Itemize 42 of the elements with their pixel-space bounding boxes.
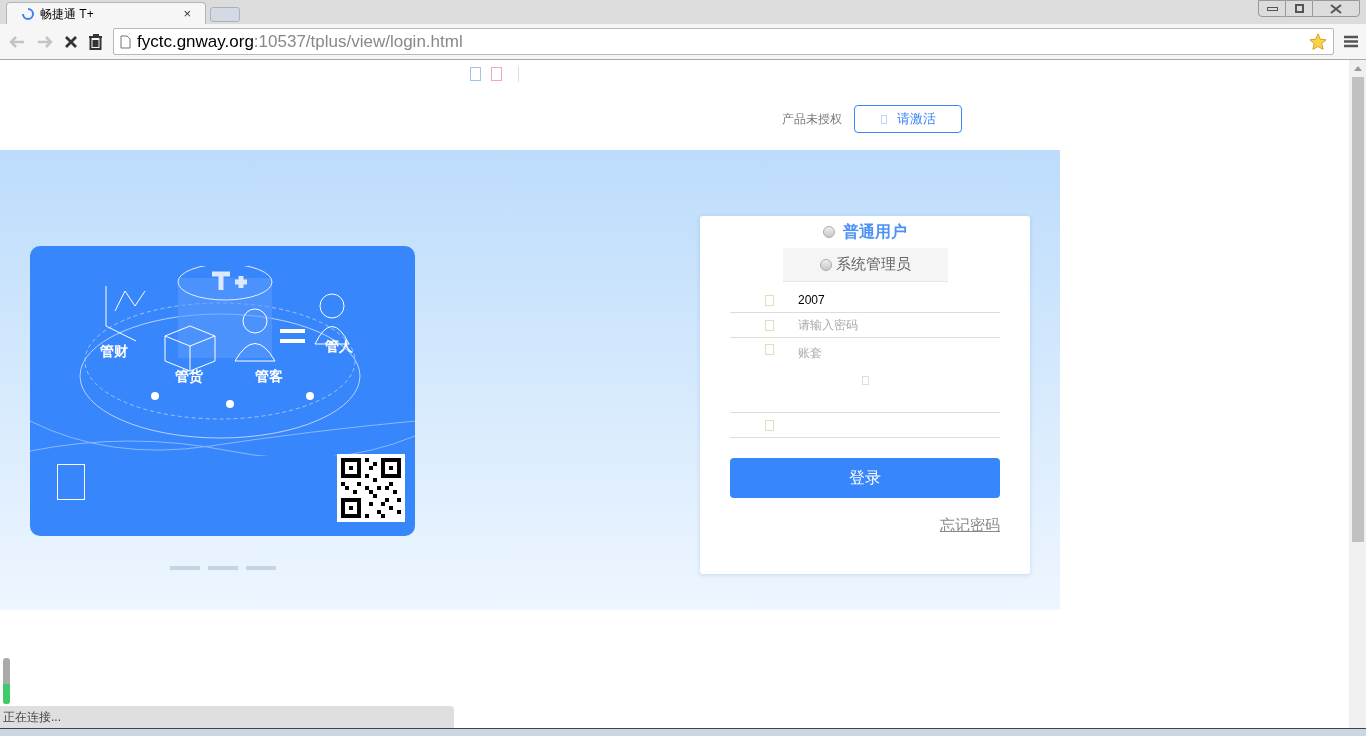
login-input-field[interactable]: 账套: [798, 344, 1000, 362]
login-input-field[interactable]: 请输入密码: [798, 316, 1000, 334]
loading-spinner-icon: [21, 6, 35, 21]
new-tab-button[interactable]: [210, 7, 240, 22]
tab-title: 畅捷通 T+: [40, 5, 94, 23]
carousel-indicator[interactable]: [169, 566, 200, 570]
close-tab-button[interactable]: ×: [183, 3, 191, 24]
carousel-indicator[interactable]: [207, 566, 238, 570]
square-icon: [491, 67, 502, 81]
square-icon: [880, 114, 887, 124]
browser-tab[interactable]: 畅捷通 T+ ×: [6, 2, 206, 24]
status-text: 正在连接...: [3, 709, 61, 726]
role-radio[interactable]: 普通用户: [823, 216, 907, 248]
square-icon: [765, 294, 774, 306]
role-radio[interactable]: 系统管理员: [782, 248, 948, 282]
license-status-text: 产品未授权: [782, 111, 842, 128]
activate-button[interactable]: 请激活: [854, 105, 962, 133]
page-icon: [120, 34, 131, 49]
close-window-button[interactable]: [1312, 0, 1360, 17]
trash-icon[interactable]: [88, 33, 103, 50]
square-icon: [470, 67, 481, 81]
address-bar[interactable]: fyctc.gnway.org:10537/tplus/view/login.html: [113, 28, 1334, 55]
minimize-button[interactable]: [1258, 0, 1286, 17]
square-icon: [765, 419, 774, 431]
restore-button[interactable]: [1286, 0, 1312, 17]
volume-meter: [3, 658, 10, 704]
login-input-field[interactable]: 2007: [798, 291, 1000, 309]
forward-arrow-icon[interactable]: [36, 34, 54, 49]
star-icon[interactable]: [1309, 32, 1327, 51]
login-button[interactable]: 登录: [730, 458, 1000, 498]
menu-icon[interactable]: [1344, 35, 1358, 48]
square-icon: [765, 344, 774, 355]
url-text: fyctc.gnway.org:10537/tplus/view/login.html: [137, 30, 463, 53]
placeholder-frame-icon: [57, 464, 85, 500]
carousel-indicator[interactable]: [245, 566, 276, 570]
stop-loading-icon[interactable]: [64, 34, 78, 49]
close-icon: [1330, 3, 1342, 14]
square-icon: [765, 319, 774, 331]
square-icon: [862, 376, 869, 385]
qr-code: [337, 454, 405, 522]
forgot-password-link[interactable]: 忘记密码: [940, 514, 1000, 537]
back-arrow-icon[interactable]: [8, 34, 26, 49]
